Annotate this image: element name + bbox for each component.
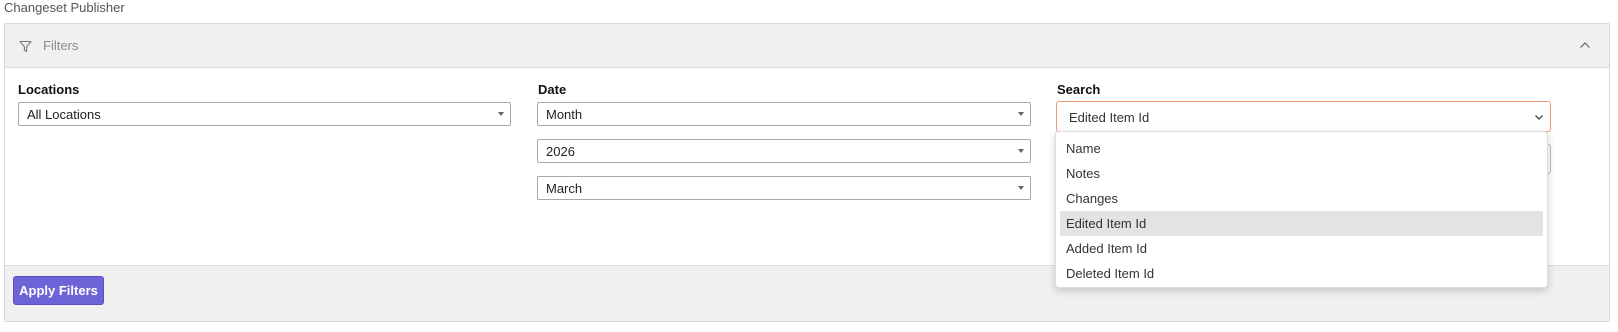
dropdown-option[interactable]: Name <box>1060 136 1543 161</box>
search-label: Search <box>1057 82 1101 97</box>
filters-header-label: Filters <box>43 38 79 53</box>
dropdown-option[interactable]: Changes <box>1060 186 1543 211</box>
caret-down-icon <box>1018 149 1024 153</box>
dropdown-option[interactable]: Added Item Id <box>1060 236 1543 261</box>
date-year-select[interactable]: 2026 <box>537 139 1031 163</box>
caret-down-icon <box>1018 186 1024 190</box>
date-month-select[interactable]: March <box>537 176 1031 200</box>
apply-filters-button[interactable]: Apply Filters <box>13 276 104 305</box>
caret-down-icon <box>1018 112 1024 116</box>
dropdown-option-selected[interactable]: Edited Item Id <box>1060 211 1543 236</box>
search-field-value: Edited Item Id <box>1069 110 1150 125</box>
locations-select[interactable]: All Locations <box>18 102 511 126</box>
caret-down-icon <box>498 112 504 116</box>
search-field-select[interactable]: Edited Item Id <box>1056 101 1551 132</box>
dropdown-option[interactable]: Deleted Item Id <box>1060 261 1543 286</box>
date-period-select[interactable]: Month <box>537 102 1031 126</box>
chevron-up-icon[interactable] <box>1579 40 1591 50</box>
date-month-value: March <box>546 181 583 196</box>
locations-select-value: All Locations <box>27 107 101 122</box>
page-title: Changeset Publisher <box>4 0 125 15</box>
date-year-value: 2026 <box>546 144 575 159</box>
date-label: Date <box>538 82 567 97</box>
locations-label: Locations <box>18 82 80 97</box>
chevron-down-icon <box>1535 115 1543 120</box>
dropdown-option[interactable]: Notes <box>1060 161 1543 186</box>
date-period-value: Month <box>546 107 583 122</box>
filter-icon <box>19 40 32 53</box>
filters-header[interactable]: Filters <box>5 24 1609 68</box>
search-field-dropdown[interactable]: Name Notes Changes Edited Item Id Added … <box>1055 131 1548 288</box>
